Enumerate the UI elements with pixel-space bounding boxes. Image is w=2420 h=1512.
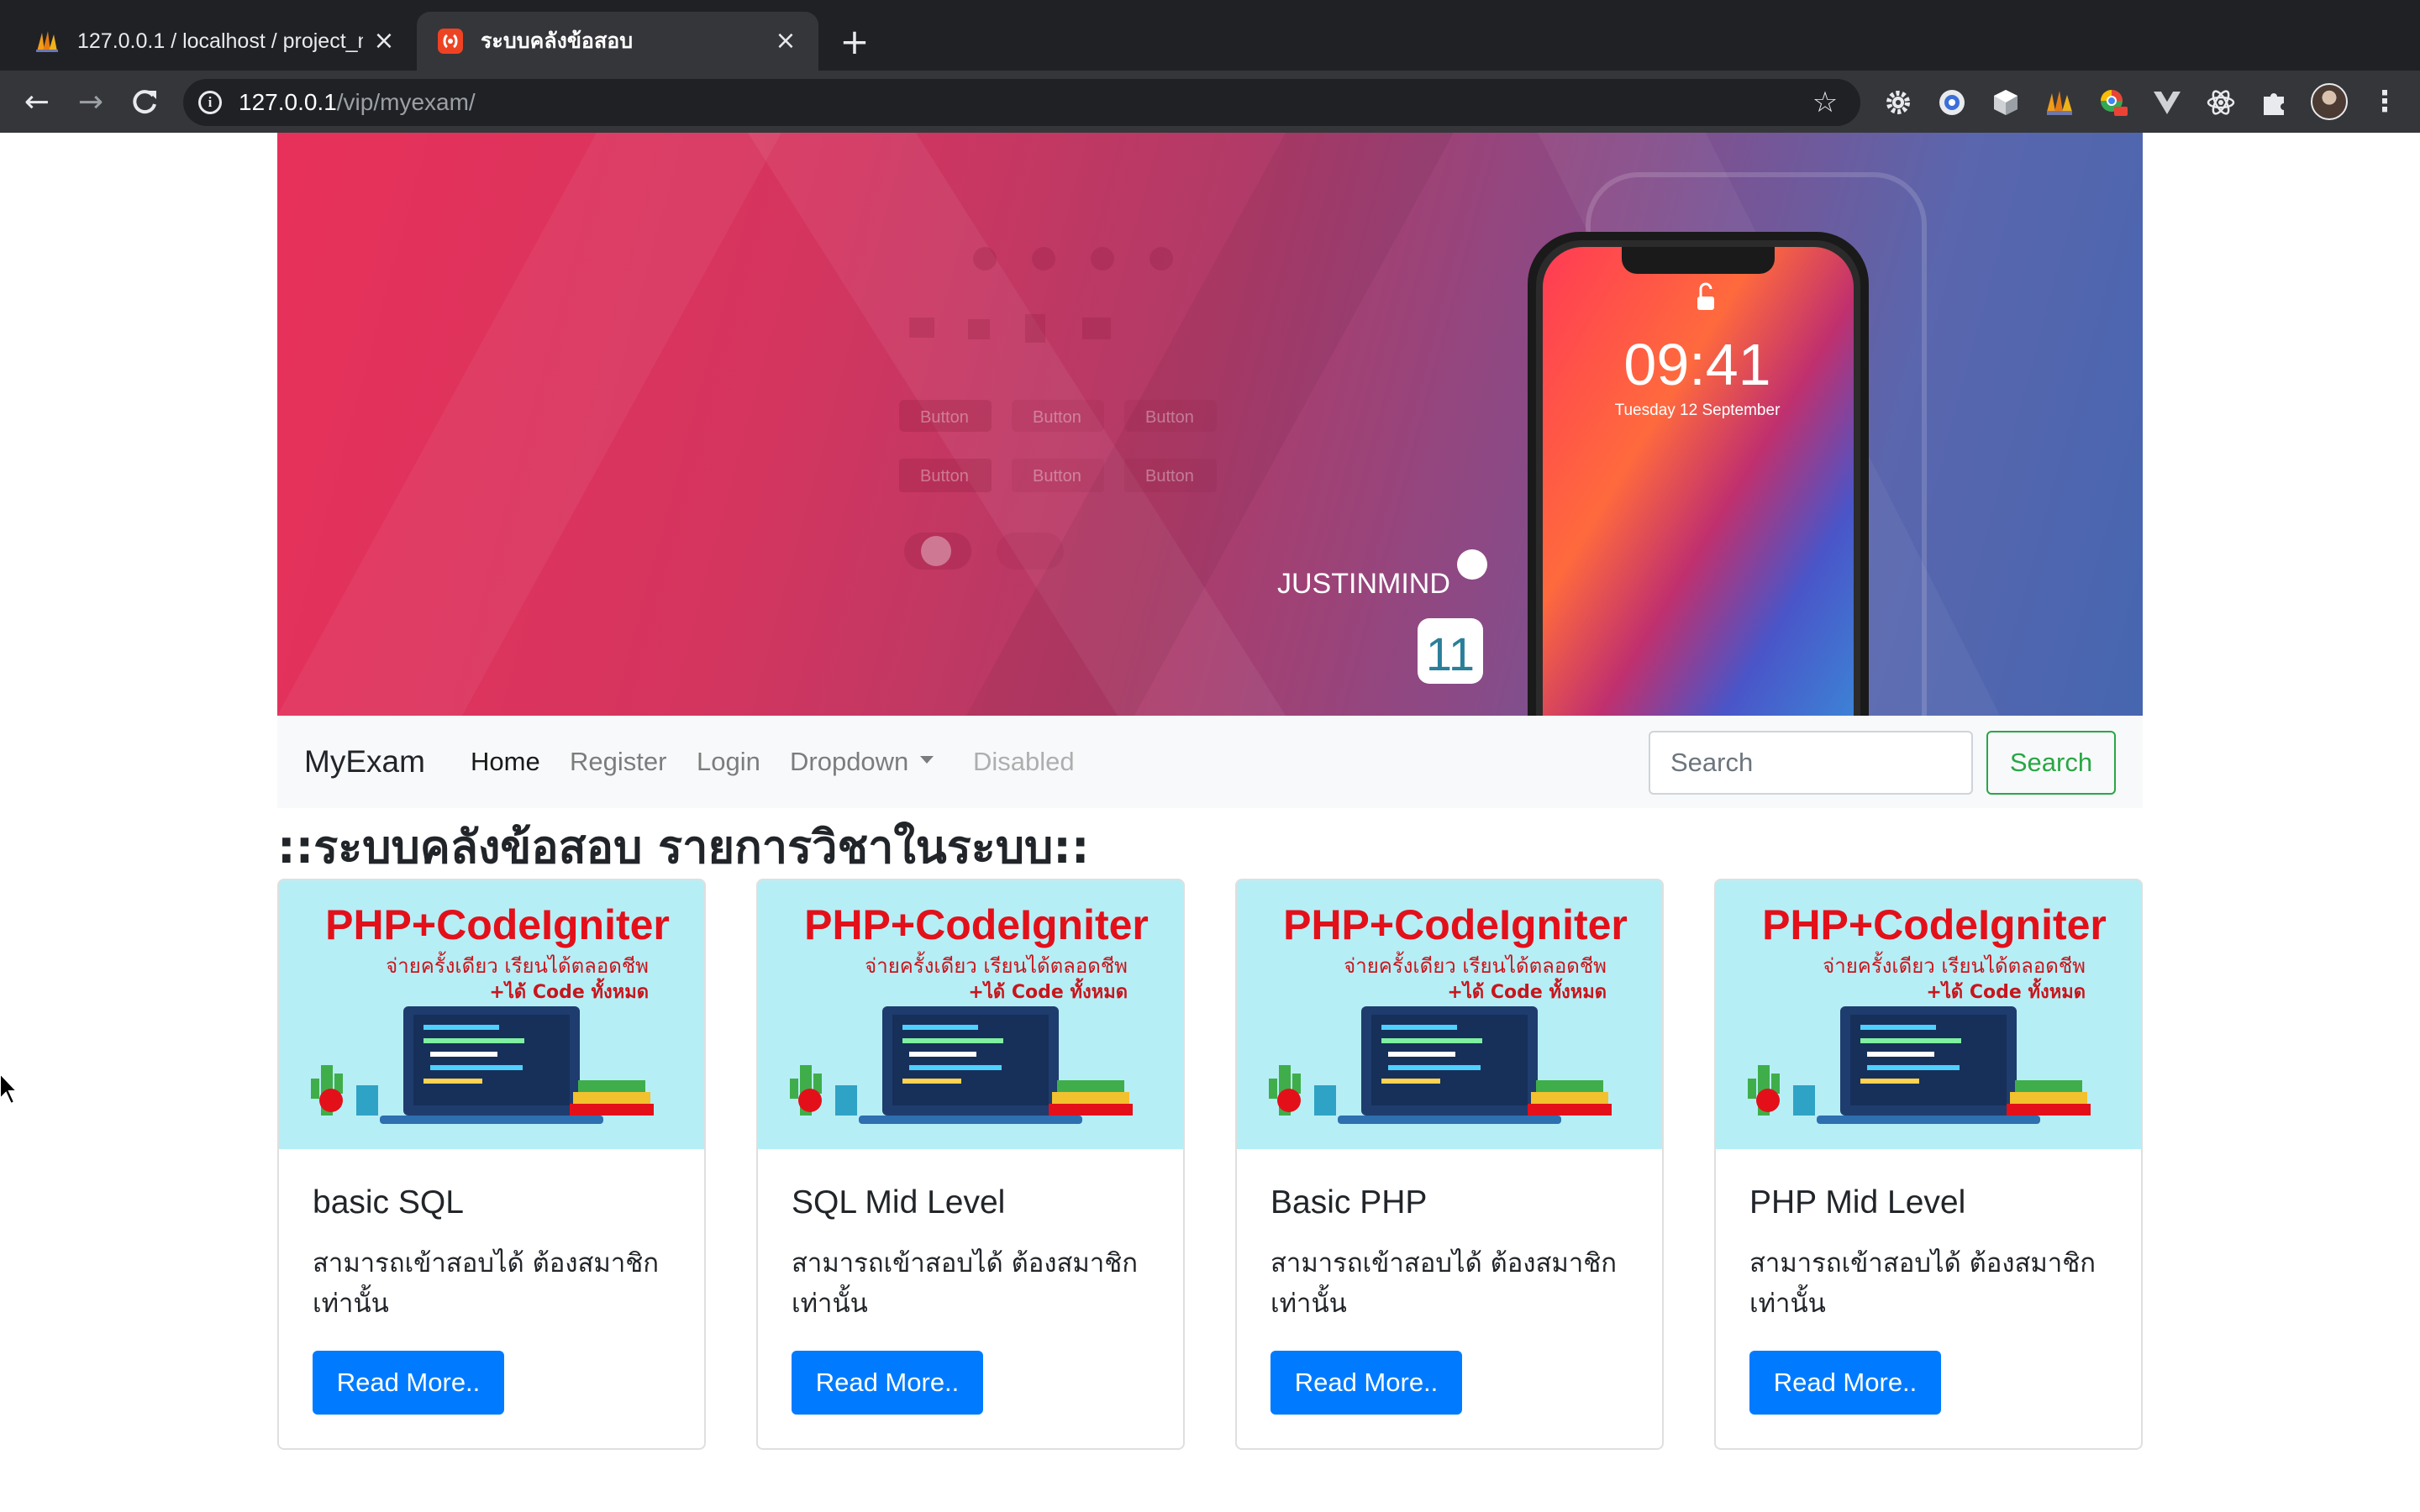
card-image-line1: จ่ายครั้งเดียว เรียนได้ตลอดชีพ	[1823, 951, 2086, 978]
tab-title: ระบบคลังข้อสอบ	[481, 29, 634, 53]
ghost-button-label: Button	[920, 408, 969, 427]
close-icon[interactable]: ×	[773, 29, 798, 54]
course-card: PHP+CodeIgniter จ่ายครั้งเดียว เรียนได้ต…	[277, 879, 706, 1450]
card-title: Basic PHP	[1270, 1184, 1428, 1221]
phone-date: Tuesday 12 September	[1615, 402, 1781, 419]
card-text: สามารถเข้าสอบได้ ต้องสมาชิกเท่านั้น	[313, 1248, 660, 1319]
ghost-button-label: Button	[1033, 408, 1081, 427]
new-tab-button[interactable]: +	[836, 24, 873, 60]
address-bar[interactable]: i 127.0.0.1/vip/myexam/ ☆	[183, 79, 1860, 126]
mouse-cursor-icon	[0, 1074, 18, 1105]
react-icon[interactable]	[2205, 87, 2237, 118]
info-icon[interactable]: i	[198, 91, 222, 114]
phone-clock: 09:41	[1623, 332, 1770, 397]
read-more-button[interactable]: Read More..	[1270, 1351, 1462, 1415]
card-text: สามารถเข้าสอบได้ ต้องสมาชิกเท่านั้น	[1270, 1248, 1618, 1319]
card-image-line2: +ได้ Code ทั้งหมด	[1926, 978, 2086, 1003]
pma-icon[interactable]	[2044, 87, 2075, 118]
card-image-line2: +ได้ Code ทั้งหมด	[968, 978, 1128, 1003]
vue-icon[interactable]	[2151, 87, 2183, 118]
ghost-button-label: Button	[1033, 467, 1081, 486]
version-badge: 11	[1426, 627, 1475, 680]
card-image-headline: PHP+CodeIgniter	[804, 901, 1149, 948]
course-card: PHP+CodeIgniter จ่ายครั้งเดียว เรียนได้ต…	[1235, 879, 1664, 1450]
reload-icon[interactable]	[126, 84, 163, 121]
card-image: PHP+CodeIgniter จ่ายครั้งเดียว เรียนได้ต…	[758, 880, 1183, 1149]
phone-mockup: 09:41 Tuesday 12 September	[1528, 232, 1869, 716]
codeigniter-icon	[438, 29, 463, 54]
puzzle-icon[interactable]	[2259, 87, 2291, 118]
card-title: SQL Mid Level	[792, 1184, 1006, 1221]
chrome-extension-icon[interactable]	[2097, 87, 2129, 118]
browser-tabstrip: 127.0.0.1 / localhost / project_n × ระบบ…	[0, 0, 2420, 71]
card-image: PHP+CodeIgniter จ่ายครั้งเดียว เรียนได้ต…	[279, 880, 704, 1149]
ghost-button-label: Button	[1145, 467, 1194, 486]
course-card: PHP+CodeIgniter จ่ายครั้งเดียว เรียนได้ต…	[1714, 879, 2143, 1450]
card-image-line1: จ่ายครั้งเดียว เรียนได้ตลอดชีพ	[865, 951, 1128, 978]
forward-arrow-icon[interactable]: →	[72, 84, 109, 121]
card-image: PHP+CodeIgniter จ่ายครั้งเดียว เรียนได้ต…	[1716, 880, 2141, 1149]
back-arrow-icon[interactable]: ←	[18, 84, 55, 121]
close-icon[interactable]: ×	[371, 29, 397, 54]
card-image-headline: PHP+CodeIgniter	[1762, 901, 2107, 948]
card-image-line2: +ได้ Code ทั้งหมด	[1447, 978, 1607, 1003]
justinmind-logo: JUSTINMIND	[1277, 568, 1450, 600]
ghost-button-label: Button	[920, 467, 969, 486]
card-image-headline: PHP+CodeIgniter	[1283, 901, 1628, 948]
read-more-button[interactable]: Read More..	[792, 1351, 983, 1415]
nav-register[interactable]: Register	[570, 716, 666, 808]
circle-extension-icon[interactable]	[1936, 87, 1968, 118]
hero-banner: Button Button Button Button Button Butto…	[277, 133, 2143, 716]
card-image-headline: PHP+CodeIgniter	[325, 901, 670, 948]
read-more-button[interactable]: Read More..	[313, 1351, 504, 1415]
card-title: PHP Mid Level	[1749, 1184, 1966, 1221]
hero-illustration: Button Button Button Button Button Butto…	[277, 133, 2000, 716]
gear-icon[interactable]	[1882, 87, 1914, 118]
nav-home[interactable]: Home	[471, 716, 540, 808]
tab-title: 127.0.0.1 / localhost / project_n	[77, 29, 363, 53]
card-image-line1: จ่ายครั้งเดียว เรียนได้ตลอดชีพ	[386, 951, 649, 978]
search-input[interactable]	[1649, 731, 1973, 795]
read-more-button[interactable]: Read More..	[1749, 1351, 1941, 1415]
nav-disabled: Disabled	[973, 747, 1075, 776]
phpmyadmin-icon	[36, 31, 58, 52]
tab-myexam[interactable]: ระบบคลังข้อสอบ ×	[417, 12, 818, 71]
card-image-line2: +ได้ Code ทั้งหมด	[489, 978, 649, 1003]
main-navbar: MyExam Home Register Login Dropdown Disa…	[277, 716, 2143, 808]
tab-phpmyadmin[interactable]: 127.0.0.1 / localhost / project_n ×	[13, 12, 417, 71]
card-title: basic SQL	[313, 1184, 464, 1221]
page-title: ::ระบบคลังข้อสอบ รายการวิชาในระบบ::	[277, 821, 1090, 874]
more-menu-icon[interactable]: ⋮	[2370, 85, 2400, 118]
url-text: 127.0.0.1/vip/myexam/	[239, 89, 476, 115]
card-text: สามารถเข้าสอบได้ ต้องสมาชิกเท่านั้น	[792, 1248, 1139, 1319]
search-button[interactable]: Search	[1986, 731, 2116, 795]
navbar-brand[interactable]: MyExam	[304, 716, 425, 808]
nav-dropdown[interactable]: Dropdown	[790, 716, 934, 808]
nav-login[interactable]: Login	[697, 716, 760, 808]
card-image-line1: จ่ายครั้งเดียว เรียนได้ตลอดชีพ	[1344, 951, 1607, 978]
caret-down-icon	[920, 756, 934, 764]
course-card: PHP+CodeIgniter จ่ายครั้งเดียว เรียนได้ต…	[756, 879, 1185, 1450]
browser-toolbar: ← → i 127.0.0.1/vip/myexam/ ☆ ⋮	[0, 71, 2420, 133]
bookmark-star-icon[interactable]: ☆	[1808, 86, 1842, 119]
card-text: สามารถเข้าสอบได้ ต้องสมาชิกเท่านั้น	[1749, 1248, 2096, 1319]
card-image: PHP+CodeIgniter จ่ายครั้งเดียว เรียนได้ต…	[1237, 880, 1662, 1149]
cube-icon[interactable]	[1990, 87, 2022, 118]
ghost-button-label: Button	[1145, 408, 1194, 427]
nav-dropdown-label: Dropdown	[790, 747, 909, 776]
profile-avatar[interactable]	[2311, 83, 2348, 120]
page-viewport: Button Button Button Button Button Butto…	[0, 133, 2420, 1512]
